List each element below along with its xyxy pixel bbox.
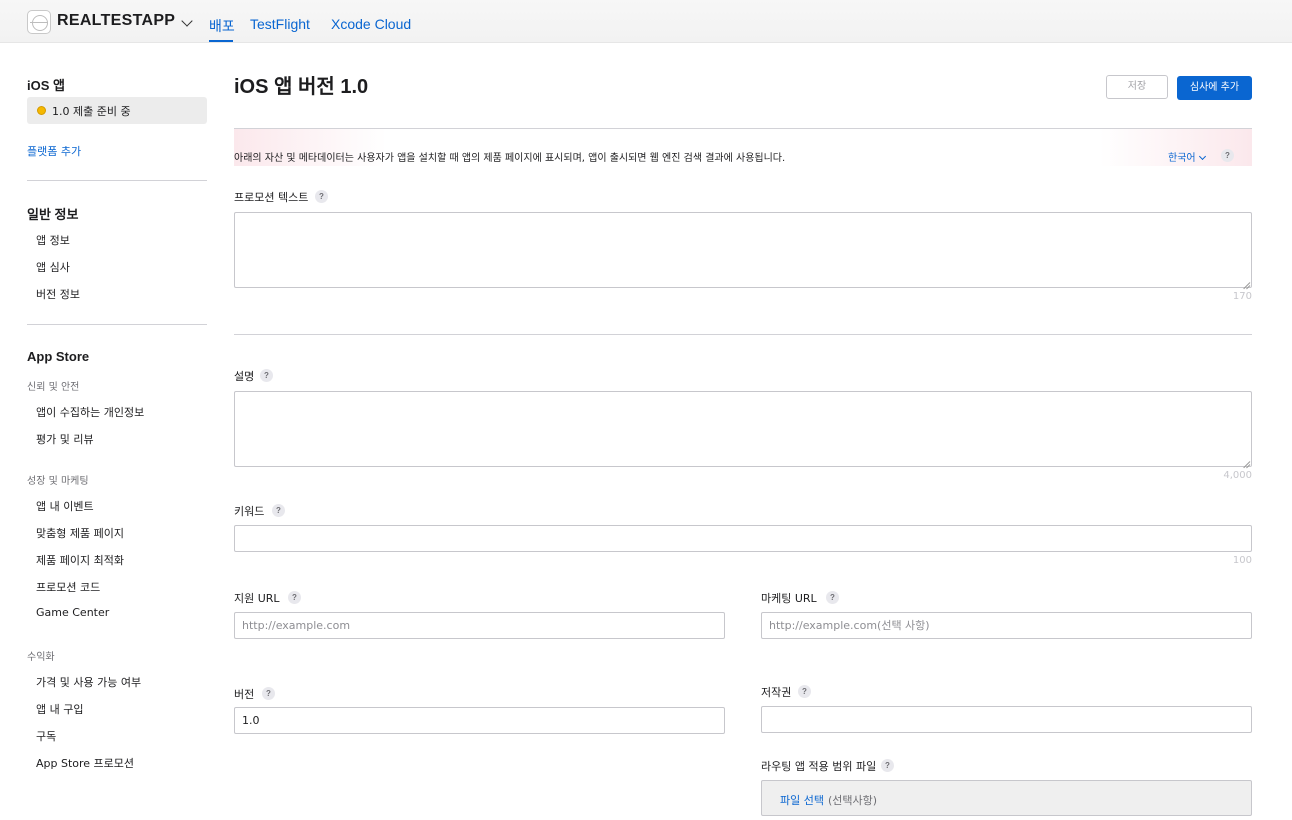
help-icon[interactable]: ? [826, 591, 839, 604]
sidebar-item-app-info[interactable]: 앱 정보 [36, 232, 70, 248]
sidebar-item-subscriptions[interactable]: 구독 [36, 728, 56, 744]
sidebar-item-ratings[interactable]: 평가 및 리뷰 [36, 431, 94, 447]
help-icon[interactable]: ? [1221, 149, 1234, 162]
keywords-label: 키워드 [234, 505, 265, 518]
support-url-label: 지원 URL [234, 592, 280, 605]
sidebar-item-version-info[interactable]: 버전 정보 [36, 286, 80, 302]
description-label: 설명 [234, 370, 255, 383]
copyright-input[interactable] [761, 706, 1252, 733]
optional-note: (선택사항) [828, 794, 878, 807]
status-pending-icon [37, 106, 46, 115]
top-bar: REALTESTAPP 배포 TestFlight Xcode Cloud [0, 0, 1292, 43]
sidebar-group-trust: 신뢰 및 안전 [27, 382, 80, 393]
sidebar-item-iap[interactable]: 앱 내 구입 [36, 701, 83, 717]
resize-handle-icon[interactable] [1242, 457, 1250, 465]
sidebar-item-custom-pages[interactable]: 맞춤형 제품 페이지 [36, 525, 124, 541]
app-icon[interactable] [27, 10, 51, 34]
sidebar-group-growth: 성장 및 마케팅 [27, 476, 89, 487]
sidebar-item-in-app-events[interactable]: 앱 내 이벤트 [36, 498, 94, 514]
promo-text-counter: 170 [1232, 291, 1252, 302]
save-button[interactable]: 저장 [1106, 75, 1168, 99]
sidebar-item-app-review[interactable]: 앱 심사 [36, 259, 70, 275]
section-divider [234, 334, 1252, 335]
resize-handle-icon[interactable] [1242, 278, 1250, 286]
marketing-url-placeholder: http://example.com(선택 사항) [769, 619, 930, 632]
version-input[interactable]: 1.0 [234, 707, 725, 734]
tab-testflight[interactable]: TestFlight [250, 16, 310, 32]
chevron-down-icon [1198, 152, 1206, 161]
tab-xcode-cloud[interactable]: Xcode Cloud [331, 16, 411, 32]
sidebar-group-monetization: 수익화 [27, 652, 55, 663]
help-icon[interactable]: ? [272, 504, 285, 517]
sidebar-item-privacy[interactable]: 앱이 수집하는 개인정보 [36, 404, 144, 420]
app-name[interactable]: REALTESTAPP [57, 12, 175, 30]
description-area[interactable] [234, 391, 1252, 467]
sidebar-app-store-heading: App Store [27, 349, 90, 364]
help-icon[interactable]: ? [288, 591, 301, 604]
copyright-label: 저작권 [761, 686, 792, 699]
language-label: 한국어 [1168, 153, 1196, 164]
sidebar-divider [27, 180, 207, 181]
promo-text-area[interactable] [234, 212, 1252, 288]
help-icon[interactable]: ? [262, 687, 275, 700]
sidebar-general-heading: 일반 정보 [27, 207, 79, 222]
tab-distribution[interactable]: 배포 [209, 16, 235, 36]
sidebar-divider [27, 324, 207, 325]
metadata-notice: 아래의 자산 및 메타데이터는 사용자가 앱을 설치할 때 앱의 제품 페이지에… [234, 128, 1252, 166]
support-url-input[interactable]: http://example.com [234, 612, 725, 639]
language-selector[interactable]: 한국어 [1168, 149, 1206, 164]
sidebar-item-pricing[interactable]: 가격 및 사용 가능 여부 [36, 674, 141, 690]
help-icon[interactable]: ? [315, 190, 328, 203]
routing-file-label: 라우팅 앱 적용 범위 파일 [761, 760, 877, 773]
page-title: iOS 앱 버전 1.0 [234, 76, 369, 98]
support-url-placeholder: http://example.com [242, 619, 351, 632]
chevron-down-icon[interactable] [181, 15, 193, 27]
keywords-input[interactable] [234, 525, 1252, 552]
sidebar-item-app-store-promo[interactable]: App Store 프로모션 [36, 755, 134, 771]
notice-text: 아래의 자산 및 메타데이터는 사용자가 앱을 설치할 때 앱의 제품 페이지에… [234, 153, 786, 164]
keywords-counter: 100 [1232, 555, 1252, 566]
marketing-url-label: 마케팅 URL [761, 592, 817, 605]
active-tab-indicator [209, 40, 233, 42]
sidebar-platform-heading: iOS 앱 [27, 78, 65, 93]
version-label: 버전 [234, 688, 255, 701]
help-icon[interactable]: ? [798, 685, 811, 698]
sidebar-item-page-optimization[interactable]: 제품 페이지 최적화 [36, 552, 124, 568]
marketing-url-input[interactable]: http://example.com(선택 사항) [761, 612, 1252, 639]
sidebar-item-version-label: 1.0 제출 준비 중 [52, 105, 131, 118]
add-platform-link[interactable]: 플랫폼 추가 [27, 143, 81, 159]
choose-file-link[interactable]: 파일 선택 [780, 792, 824, 808]
help-icon[interactable]: ? [881, 759, 894, 772]
description-counter: 4,000 [1223, 470, 1252, 481]
promo-text-label: 프로모션 텍스트 [234, 191, 309, 204]
routing-file-dropzone[interactable]: 파일 선택 (선택사항) [761, 780, 1252, 816]
add-for-review-button[interactable]: 심사에 추가 [1177, 76, 1252, 100]
sidebar-item-version[interactable]: 1.0 제출 준비 중 [27, 97, 207, 124]
sidebar-item-promo-codes[interactable]: 프로모션 코드 [36, 579, 100, 595]
help-icon[interactable]: ? [260, 369, 273, 382]
sidebar-item-game-center[interactable]: Game Center [36, 606, 109, 619]
